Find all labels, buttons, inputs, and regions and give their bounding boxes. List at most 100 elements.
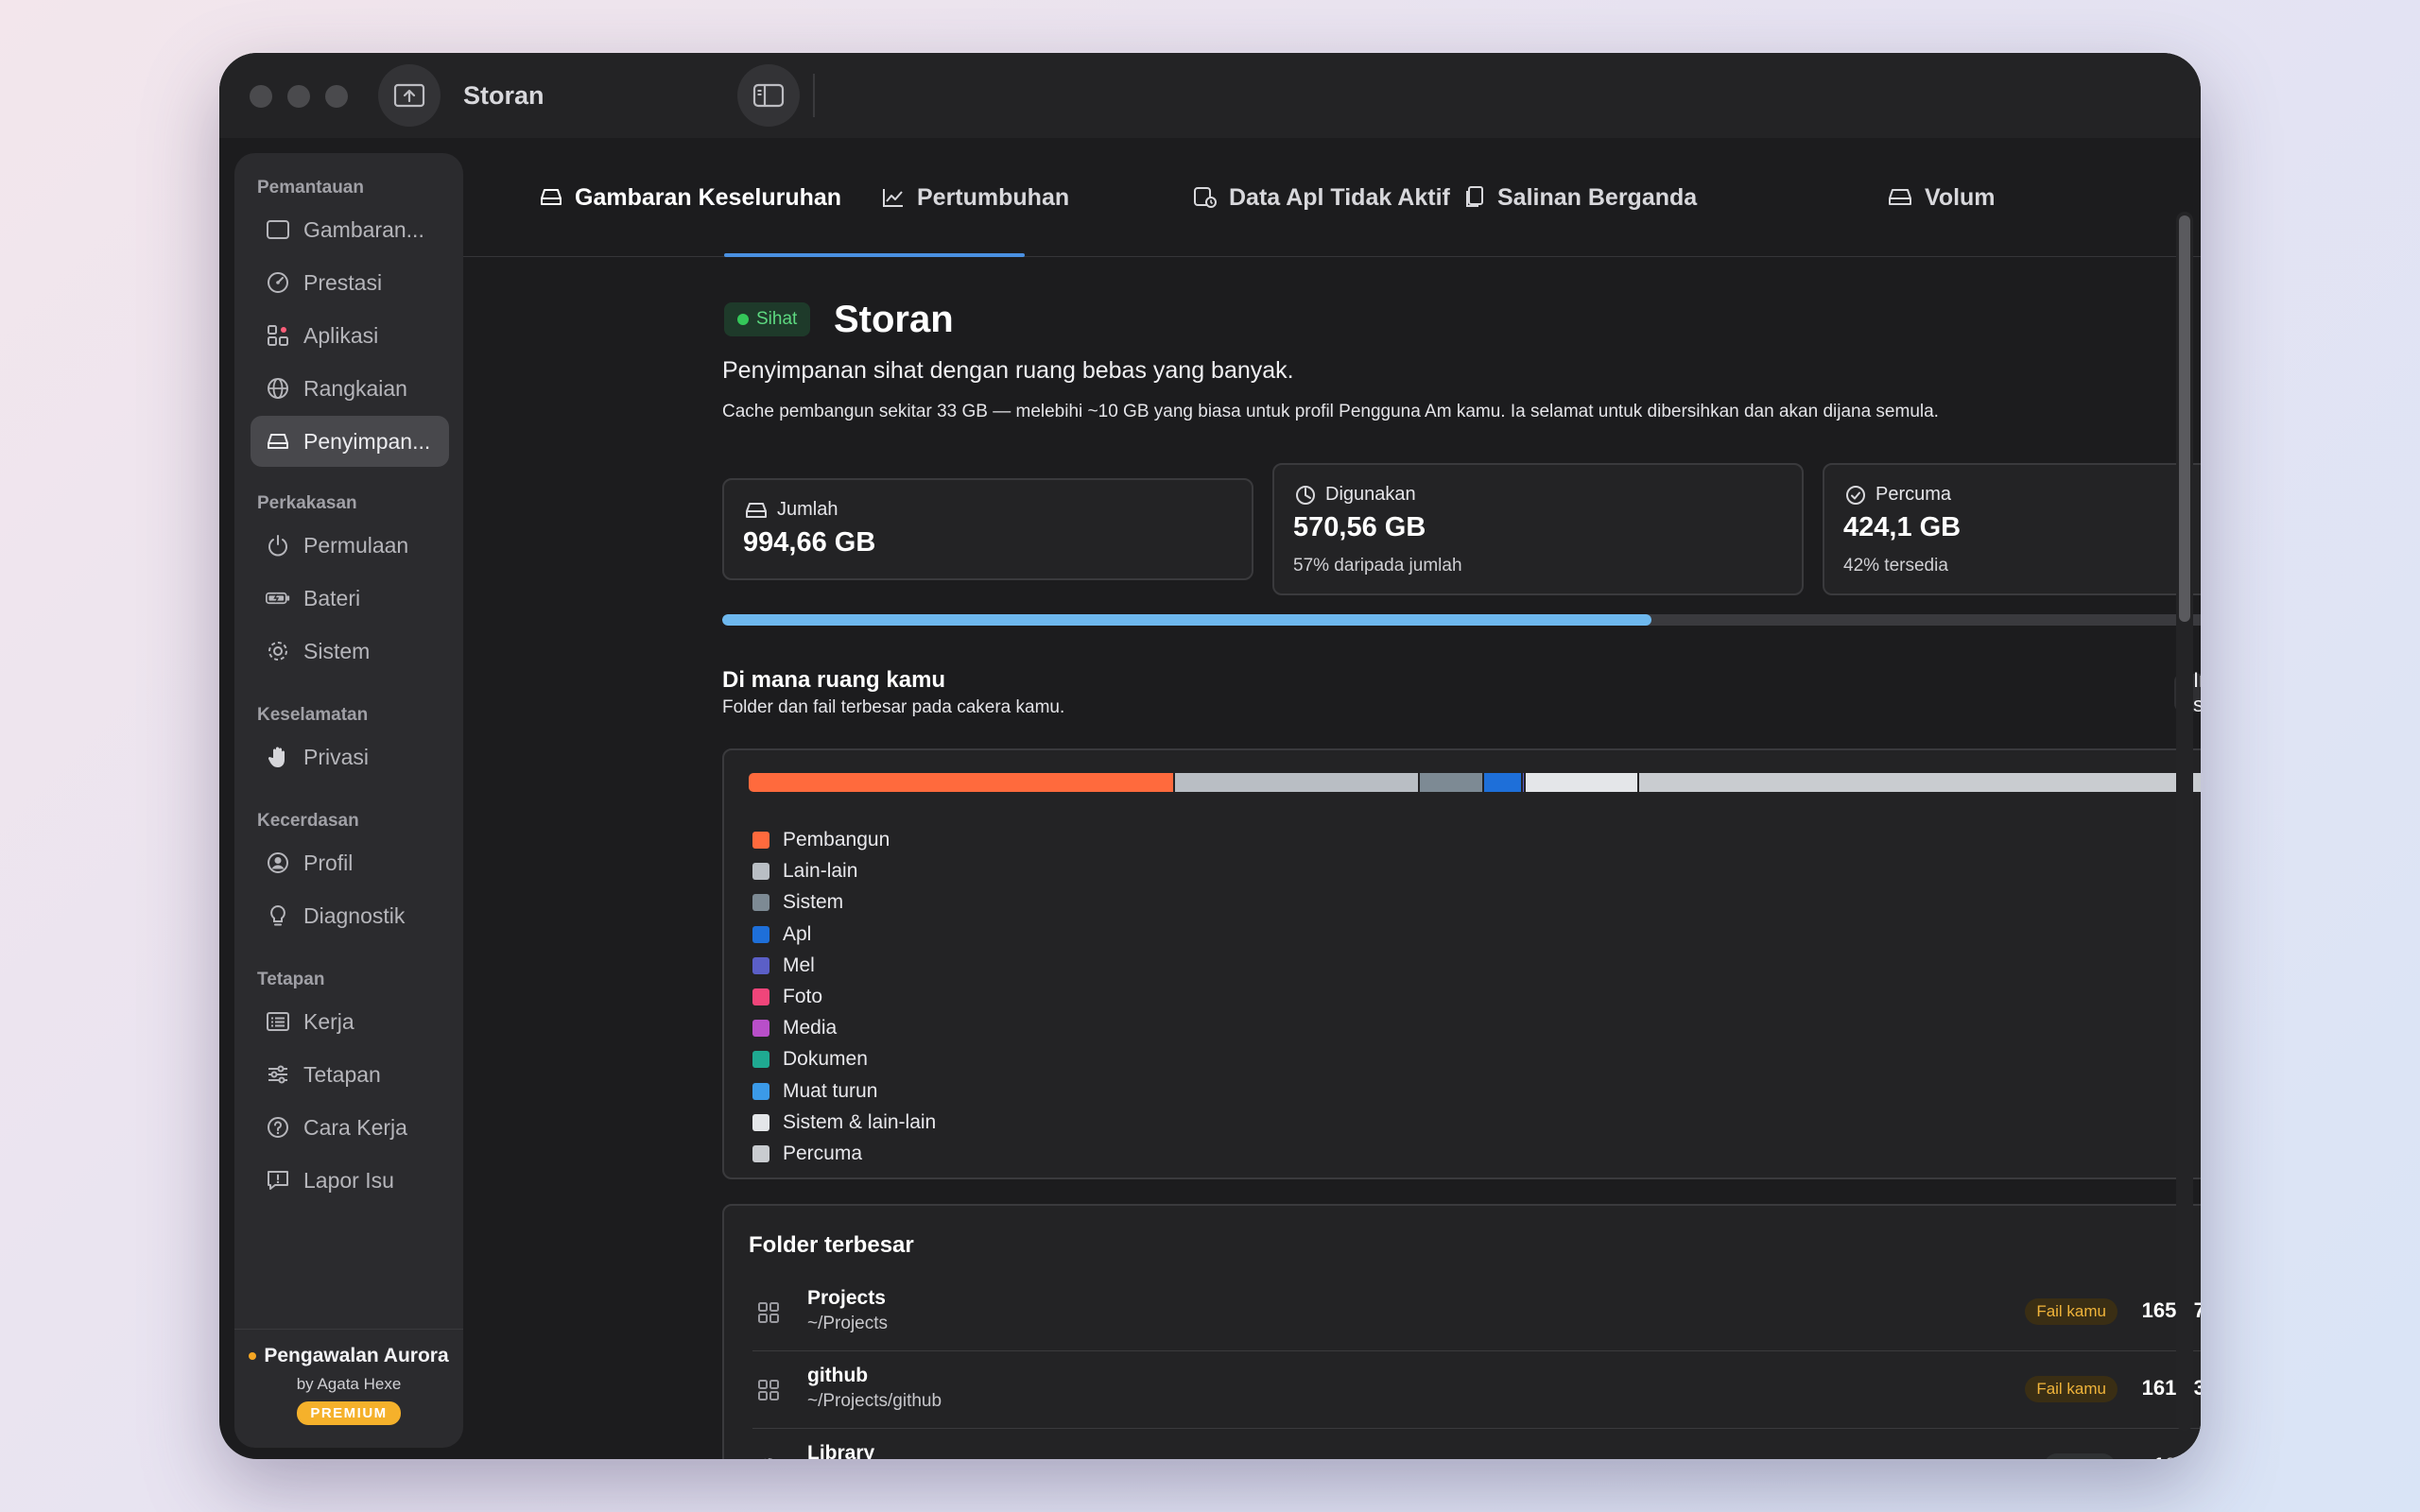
legend-swatch xyxy=(752,925,769,943)
legend-swatch xyxy=(752,988,769,1005)
window-title: Storan xyxy=(463,81,544,110)
legend-item: Media45,5 MB xyxy=(752,1014,2201,1042)
product-name: Pengawalan Aurora xyxy=(264,1345,449,1366)
product-author: by Agata Hexe xyxy=(296,1375,402,1393)
page-title: Storan xyxy=(834,299,954,340)
tab-duplicates[interactable]: Salinan Berganda xyxy=(1463,138,1697,257)
tab-label: Data Apl Tidak Aktif xyxy=(1229,183,1450,211)
scrollbar-thumb[interactable] xyxy=(2179,215,2190,622)
segment-lain-lain xyxy=(1174,773,1418,792)
breakdown-card: Pembangun264,73 GB Lain-lain151,75 GB Sist… xyxy=(722,748,2201,1179)
sidebar-item-label: Bateri xyxy=(303,585,361,610)
usage-progress-fill xyxy=(722,614,1651,626)
grid-folder-icon xyxy=(756,1300,781,1330)
sidebar-item-report-issue[interactable]: Lapor Isu xyxy=(251,1155,449,1206)
legend-label: Muat turun xyxy=(783,1079,878,1102)
title-bar: Storan xyxy=(219,53,2201,138)
stat-value: 570,56 GB xyxy=(1293,512,1426,542)
sidebar-item-label: Diagnostik xyxy=(303,902,406,928)
stat-card-used: Digunakan 570,56 GB 57% daripada jumlah xyxy=(1272,463,1804,595)
storage-segment-bar xyxy=(749,773,2201,792)
upload-button[interactable] xyxy=(378,64,441,127)
folder-row[interactable]: Library~/LibrarySistem138,3 GB xyxy=(752,1429,2201,1459)
folder-row[interactable]: github~/Projects/githubFail kamu161,63 G… xyxy=(752,1351,2201,1429)
folder-name: github xyxy=(807,1365,869,1386)
sidebar-item-profile[interactable]: Profil xyxy=(251,837,449,888)
sidebar-item-settings[interactable]: Tetapan xyxy=(251,1049,449,1100)
feedback-icon xyxy=(268,1171,288,1190)
legend-item: Muat turun0 MB xyxy=(752,1077,2201,1106)
legend-label: Media xyxy=(783,1017,838,1040)
tab-overview[interactable]: Gambaran Keseluruhan xyxy=(539,138,841,257)
drive-icon xyxy=(746,502,767,518)
legend-item: Apl23,03 GB xyxy=(752,920,2201,949)
drive-icon xyxy=(1889,189,1911,205)
folder-name: Library xyxy=(807,1442,875,1459)
sidebar-item-overview[interactable]: Gambaran... xyxy=(251,204,449,255)
hand-icon xyxy=(268,747,285,767)
zoom-button[interactable] xyxy=(325,85,348,108)
scrollbar[interactable] xyxy=(2176,212,2193,1431)
overview-icon xyxy=(267,220,289,239)
sidebar-section-tetapan: Tetapan xyxy=(257,970,325,989)
status-dot xyxy=(249,1352,257,1360)
sidebar-item-label: Tetapan xyxy=(303,1061,381,1087)
stat-card-free: Percuma 424,1 GB 42% tersedia xyxy=(1823,463,2201,595)
sidebar-item-battery[interactable]: Bateri xyxy=(251,573,449,624)
legend-swatch xyxy=(752,863,769,881)
sidebar-item-label: Kerja xyxy=(303,1008,354,1034)
segment-sistem xyxy=(1419,773,1482,792)
lightbulb-icon xyxy=(270,904,285,926)
legend-label: Foto xyxy=(783,986,823,1007)
sidebar-item-label: Privasi xyxy=(303,744,370,769)
sidebar-item-storage[interactable]: Penyimpan... xyxy=(251,416,449,467)
tab-bar: Gambaran Keseluruhan Pertumbuhan Data Ap… xyxy=(463,138,2201,257)
tab-volumes[interactable]: Volum xyxy=(1887,138,1996,257)
stat-value: 424,1 GB xyxy=(1843,512,1962,542)
sidebar-item-jobs[interactable]: Kerja xyxy=(251,996,449,1047)
segment-apl xyxy=(1483,773,1521,792)
sidebar-item-label: Permulaan xyxy=(303,532,409,558)
folder-tag-badge: Sistem xyxy=(2044,1453,2116,1459)
sidebar-item-privacy[interactable]: Privasi xyxy=(251,731,449,782)
folder-name: Projects xyxy=(807,1287,886,1309)
legend-label: Mel xyxy=(783,954,815,976)
tab-inactive-app-data[interactable]: Data Apl Tidak Aktif xyxy=(1193,138,1450,257)
titlebar-divider xyxy=(813,74,815,117)
status-dot xyxy=(737,314,749,325)
tab-growth[interactable]: Pertumbuhan xyxy=(881,138,1069,257)
sidebar-item-performance[interactable]: Prestasi xyxy=(251,257,449,308)
segment-mel xyxy=(1522,773,1524,792)
stat-card-total: Jumlah 994,66 GB xyxy=(722,478,1253,580)
segment-pembangun xyxy=(749,773,1173,792)
legend-label: Lain-lain xyxy=(783,860,858,883)
power-icon xyxy=(268,535,287,557)
minimize-button[interactable] xyxy=(287,85,310,108)
user-circle-icon xyxy=(268,852,288,873)
sidebar-item-system[interactable]: Sistem xyxy=(251,626,449,677)
sidebar-item-network[interactable]: Rangkaian xyxy=(251,363,449,414)
sidebar-item-apps[interactable]: Aplikasi xyxy=(251,310,449,361)
legend-swatch xyxy=(752,1051,769,1069)
close-button[interactable] xyxy=(250,85,272,108)
legend-item: Sistem & lain-lain69,88 GB xyxy=(752,1108,2201,1137)
check-circle-icon xyxy=(1846,485,1865,505)
sidebar-item-startup[interactable]: Permulaan xyxy=(251,520,449,571)
sidebar-item-label: Prestasi xyxy=(303,269,383,295)
section-title: Di mana ruang kamu xyxy=(722,667,946,693)
sidebar-item-how-it-works[interactable]: Cara Kerja xyxy=(251,1102,449,1153)
sidebar-item-diagnostics[interactable]: Diagnostik xyxy=(251,890,449,941)
segment-sistem-lain-lain xyxy=(1525,773,1637,792)
sidebar-item-label: Aplikasi xyxy=(303,322,379,348)
sidebar-section-kecerdasan: Kecerdasan xyxy=(257,811,359,831)
folder-tag-badge: Fail kamu xyxy=(2025,1376,2118,1402)
inactive-app-icon xyxy=(1194,187,1217,208)
drive-icon xyxy=(268,434,288,449)
sidebar-toggle-button[interactable] xyxy=(737,64,800,127)
folder-row[interactable]: Projects~/ProjectsFail kamu165,87 GB xyxy=(752,1274,2201,1351)
sidebar-toggle-icon xyxy=(752,83,785,108)
section-subtitle: Folder dan fail terbesar pada cakera kam… xyxy=(722,697,1065,717)
main-content: Sihat Storan Penyimpanan sihat dengan ru… xyxy=(463,212,2201,1459)
gauge-icon xyxy=(268,272,288,293)
legend-item: Percuma445,88 GB xyxy=(752,1140,2201,1168)
